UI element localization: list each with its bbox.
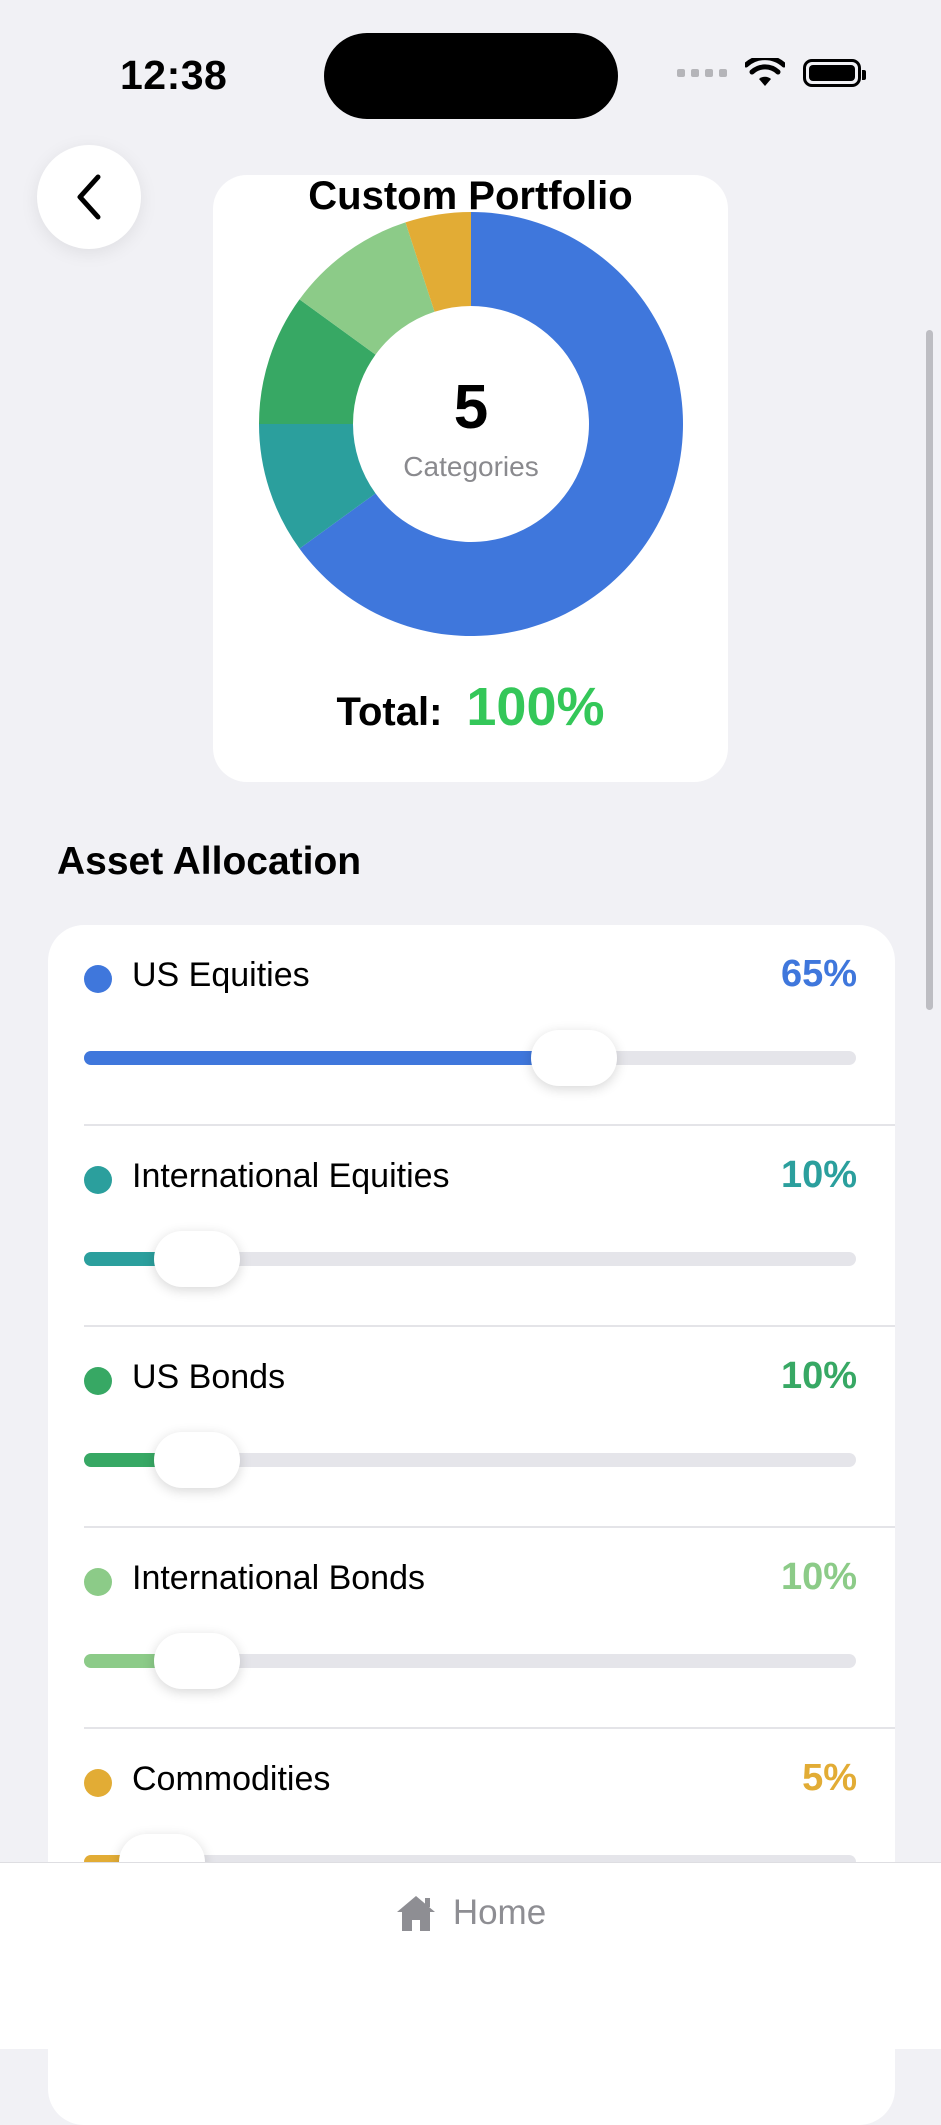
total-row: Total: 100% xyxy=(213,676,728,738)
allocation-percent: 10% xyxy=(780,1556,857,1598)
allocation-percent: 5% xyxy=(802,1757,857,1799)
tab-bar: Home xyxy=(0,1862,941,2049)
allocation-name: International Equities xyxy=(132,1157,450,1195)
allocation-percent: 10% xyxy=(780,1154,857,1196)
allocation-slider-us-equities[interactable] xyxy=(84,1030,856,1086)
allocation-row-us-bonds: US Bonds 10% xyxy=(48,1327,895,1528)
color-dot-icon xyxy=(84,1568,112,1596)
allocation-slider-international-equities[interactable] xyxy=(84,1231,856,1287)
allocation-row-international-equities: International Equities 10% xyxy=(48,1126,895,1327)
allocation-name: International Bonds xyxy=(132,1559,425,1597)
wifi-icon xyxy=(745,58,785,86)
total-label: Total: xyxy=(336,690,443,734)
slider-thumb[interactable] xyxy=(153,1633,240,1689)
slider-thumb[interactable] xyxy=(530,1030,617,1086)
allocation-percent: 10% xyxy=(780,1355,857,1397)
slider-thumb[interactable] xyxy=(153,1432,240,1488)
allocation-name: US Equities xyxy=(132,956,310,994)
allocation-name: Commodities xyxy=(132,1760,331,1798)
house-icon xyxy=(396,1896,435,1931)
slider-thumb[interactable] xyxy=(153,1231,240,1287)
allocation-row-us-equities: US Equities 65% xyxy=(48,925,895,1126)
allocation-slider-us-bonds[interactable] xyxy=(84,1432,856,1488)
section-title: Asset Allocation xyxy=(57,840,362,883)
allocation-percent: 65% xyxy=(780,953,857,995)
tab-home[interactable]: Home xyxy=(0,1893,941,1933)
tab-home-label: Home xyxy=(452,1893,547,1932)
cellular-signal-icon xyxy=(677,69,727,77)
allocation-row-international-bonds: International Bonds 10% xyxy=(48,1528,895,1729)
status-icons xyxy=(677,58,866,88)
allocation-name: US Bonds xyxy=(132,1358,286,1396)
category-label: Categories xyxy=(403,451,539,482)
status-time: 12:38 xyxy=(120,52,228,98)
battery-icon xyxy=(803,59,866,87)
slider-fill xyxy=(84,1051,574,1065)
allocation-slider-international-bonds[interactable] xyxy=(84,1633,856,1689)
dynamic-island xyxy=(324,33,618,119)
color-dot-icon xyxy=(84,1166,112,1194)
category-count: 5 xyxy=(453,373,489,442)
color-dot-icon xyxy=(84,965,112,993)
scrollbar[interactable] xyxy=(926,330,933,1010)
color-dot-icon xyxy=(84,1769,112,1797)
color-dot-icon xyxy=(84,1367,112,1395)
total-value: 100% xyxy=(466,677,605,737)
